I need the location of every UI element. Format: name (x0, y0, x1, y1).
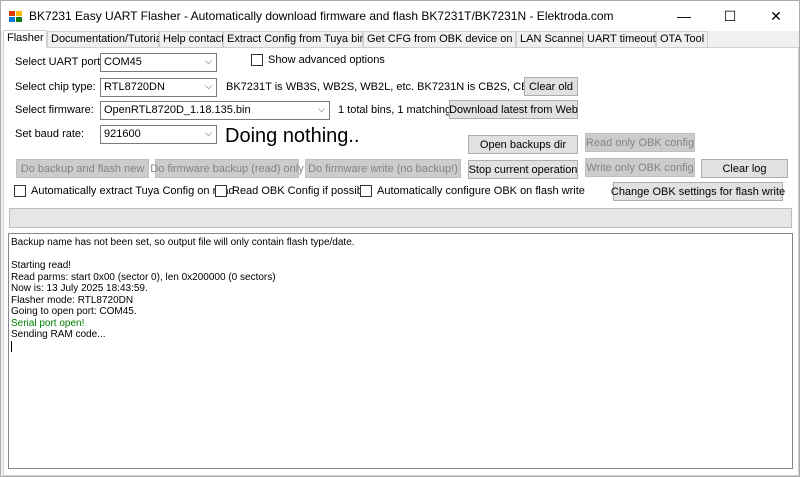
tab-extract-config[interactable]: Extract Config from Tuya binary (223, 31, 381, 47)
tab-ota-tool[interactable]: OTA Tool (656, 31, 708, 47)
tab-get-cfg[interactable]: Get CFG from OBK device on LAN (363, 31, 537, 47)
open-backups-button[interactable]: Open backups dir (468, 135, 578, 154)
tab-documentation[interactable]: Documentation/Tutorials (47, 31, 170, 47)
log-line: Flasher mode: RTL8720DN (11, 294, 134, 306)
uart-port-value: COM45 (104, 56, 142, 68)
chevron-down-icon: ⌵ (318, 104, 325, 114)
firmware-label: Select firmware: (15, 104, 94, 116)
auto-extract-label: Automatically extract Tuya Config on rea… (31, 185, 235, 197)
firmware-backup-button[interactable]: Do firmware backup (read) only (150, 159, 304, 178)
show-advanced-checkbox[interactable]: Show advanced options (251, 53, 385, 67)
firmware-write-button[interactable]: Do firmware write (no backup!) (305, 159, 461, 178)
close-button[interactable]: ✕ (753, 1, 799, 31)
backup-and-flash-button[interactable]: Do backup and flash new (16, 159, 149, 178)
write-only-obk-button[interactable]: Write only OBK config (585, 158, 695, 177)
uart-port-select[interactable]: COM45 ⌵ (100, 53, 217, 72)
title-bar[interactable]: BK7231 Easy UART Flasher - Automatically… (1, 1, 799, 31)
chip-info-text: BK7231T is WB3S, WB2S, WB2L, etc. BK7231… (226, 81, 563, 93)
log-line: Serial port open! (11, 317, 85, 329)
log-line: Now is: 13 July 2025 18:43:59. (11, 283, 148, 294)
clear-log-button[interactable]: Clear log (701, 159, 788, 178)
chevron-down-icon: ⌵ (205, 128, 212, 138)
chip-type-value: RTL8720DN (104, 81, 165, 93)
tab-flasher[interactable]: Flasher (3, 30, 47, 48)
log-line: Starting read! (11, 260, 72, 271)
chevron-down-icon: ⌵ (205, 81, 212, 91)
tab-help-contact[interactable]: Help contact (159, 31, 224, 47)
log-line: Read parms: start 0x00 (sector 0), len 0… (11, 271, 276, 283)
baud-rate-value: 921600 (104, 128, 141, 140)
stop-operation-button[interactable]: Stop current operation (468, 160, 578, 179)
change-obk-settings-button[interactable]: Change OBK settings for flash write (611, 182, 785, 201)
clear-old-button[interactable]: Clear old (524, 77, 578, 96)
status-text: Doing nothing.. (225, 125, 360, 147)
checkbox-box (14, 185, 26, 197)
auto-configure-checkbox[interactable]: Automatically configure OBK on flash wri… (360, 184, 585, 198)
firmware-select[interactable]: OpenRTL8720D_1.18.135.bin ⌵ (100, 101, 330, 120)
chip-type-label: Select chip type: (15, 81, 96, 93)
progress-bar (9, 208, 792, 228)
log-line: Backup name has not been set, so output … (11, 237, 355, 248)
window-title: BK7231 Easy UART Flasher - Automatically… (29, 9, 614, 23)
tab-lan-scanner[interactable]: LAN Scanner (516, 31, 585, 47)
auto-extract-checkbox[interactable]: Automatically extract Tuya Config on rea… (14, 184, 235, 198)
log-textbox[interactable]: Backup name has not been set, so output … (8, 233, 793, 469)
chip-type-select[interactable]: RTL8720DN ⌵ (100, 78, 217, 97)
checkbox-box (251, 54, 263, 66)
app-window: BK7231 Easy UART Flasher - Automatically… (0, 0, 800, 477)
read-obk-label: Read OBK Config if possible (232, 185, 372, 197)
log-line: Sending RAM code... (11, 329, 106, 340)
text-caret (11, 340, 790, 356)
tab-uart-timeouts[interactable]: UART timeouts (583, 31, 661, 47)
minimize-button[interactable]: — (661, 1, 707, 31)
tab-bar: Flasher Documentation/Tutorials Help con… (3, 30, 799, 48)
firmware-value: OpenRTL8720D_1.18.135.bin (104, 104, 251, 116)
checkbox-box (360, 185, 372, 197)
read-obk-checkbox[interactable]: Read OBK Config if possible (215, 184, 371, 198)
read-only-obk-button[interactable]: Read only OBK config (585, 133, 695, 152)
baud-rate-label: Set baud rate: (15, 128, 85, 140)
baud-rate-select[interactable]: 921600 ⌵ (100, 125, 217, 144)
checkbox-box (215, 185, 227, 197)
chevron-down-icon: ⌵ (205, 56, 212, 66)
auto-configure-label: Automatically configure OBK on flash wri… (377, 185, 585, 197)
bins-info-text: 1 total bins, 1 matching. (338, 104, 455, 116)
download-latest-button[interactable]: Download latest from Web (449, 100, 578, 119)
uart-port-label: Select UART port: (15, 56, 104, 68)
log-line: Going to open port: COM45. (11, 306, 137, 317)
show-advanced-label: Show advanced options (268, 54, 385, 66)
app-icon (9, 11, 22, 22)
maximize-button[interactable]: ☐ (707, 1, 753, 31)
